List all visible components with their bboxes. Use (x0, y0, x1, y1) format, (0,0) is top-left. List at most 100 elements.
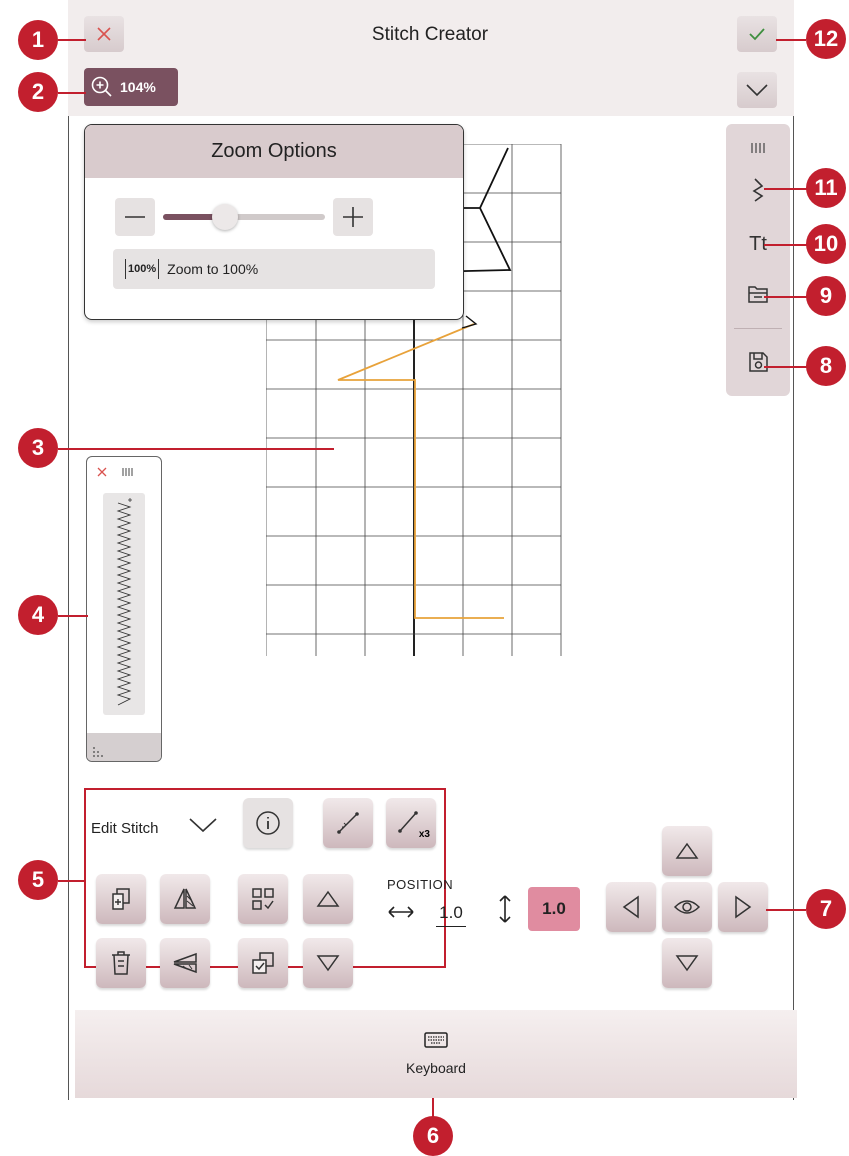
zoom-to-100-label: Zoom to 100% (167, 261, 259, 277)
keyboard-icon (424, 1032, 448, 1048)
dpad-down-button[interactable] (662, 938, 712, 988)
keyboard-button[interactable]: Keyboard (75, 1010, 797, 1098)
info-button[interactable] (243, 798, 293, 848)
callout-10: 10 (806, 224, 846, 264)
preview-stitch-strip (103, 493, 145, 715)
dpad-right-button[interactable] (718, 882, 768, 932)
info-icon (256, 811, 280, 835)
callout-line-9 (764, 296, 808, 298)
edit-mode-dropdown[interactable] (188, 816, 218, 838)
zoom-button[interactable]: 104% (84, 68, 178, 106)
plus-icon (343, 207, 363, 227)
select-all-icon (252, 888, 274, 910)
single-stitch-button[interactable] (323, 798, 373, 848)
keyboard-label: Keyboard (406, 1060, 466, 1076)
single-stitch-icon (337, 812, 359, 834)
mirror-vertical-icon (173, 952, 197, 974)
multiplier-label: x3 (418, 829, 430, 840)
triple-stitch-button[interactable]: x3 (386, 798, 436, 848)
preview-header-icons (97, 467, 133, 477)
right-sidebar: Tt (726, 124, 790, 396)
callout-5: 5 (18, 860, 58, 900)
callout-line-4 (58, 615, 88, 617)
edit-mode-label: Edit Stitch (91, 820, 159, 837)
cancel-button[interactable] (84, 16, 124, 52)
chevron-down-icon (746, 84, 768, 97)
callout-line-1 (58, 39, 86, 41)
folder-icon (748, 286, 768, 303)
callout-line-11 (764, 188, 808, 190)
zoom-to-100-button[interactable]: 100% Zoom to 100% (113, 249, 435, 289)
callout-3: 3 (18, 428, 58, 468)
zoom-slider-thumb[interactable] (212, 204, 238, 230)
callout-line-7 (766, 909, 806, 911)
expand-menu-button[interactable] (737, 72, 777, 108)
callout-12: 12 (806, 19, 846, 59)
dpad-center-view-button[interactable] (662, 882, 712, 932)
sidebar-item-stitch[interactable] (726, 166, 790, 214)
chevron-down-icon (189, 818, 217, 833)
callout-7: 7 (806, 889, 846, 929)
callout-line-3 (58, 448, 334, 450)
zoom-level: 104% (120, 79, 156, 95)
move-up-button[interactable] (303, 874, 353, 924)
zoom-in-button[interactable] (333, 198, 373, 236)
duplicate-icon (112, 888, 130, 910)
triangle-down-icon (316, 955, 340, 972)
triangle-down-icon (675, 955, 699, 972)
vertical-arrows-icon (499, 895, 511, 923)
confirm-button[interactable] (737, 16, 777, 52)
preview-resize-handle[interactable] (87, 733, 161, 761)
triangle-up-icon (675, 842, 699, 859)
horizontal-position-value[interactable]: 1.0 (436, 903, 466, 927)
triangle-up-icon (316, 890, 340, 907)
mirror-end-to-end-button[interactable] (160, 938, 210, 988)
callout-line-10 (764, 244, 808, 246)
sidebar-divider (734, 328, 782, 329)
zoom-options-title: Zoom Options (85, 125, 463, 178)
dpad-up-button[interactable] (662, 826, 712, 876)
select-multiple-icon (252, 952, 274, 974)
preview-close-icon (97, 467, 107, 477)
callout-11: 11 (806, 168, 846, 208)
stitch-creator-screen: Stitch Creator 104% Zoom Options 100% Zo… (0, 0, 849, 1156)
callout-line-2 (58, 92, 86, 94)
sidebar-drag-handle[interactable] (726, 124, 790, 172)
select-point-button[interactable] (238, 938, 288, 988)
zigzag-stitch-icon (752, 178, 764, 202)
delete-button[interactable] (96, 938, 146, 988)
duplicate-stitch-button[interactable] (96, 874, 146, 924)
callout-8: 8 (806, 346, 846, 386)
zoom-100-icon: 100% (125, 259, 160, 279)
dpad-left-button[interactable] (606, 882, 656, 932)
zoom-in-icon (91, 76, 112, 97)
minus-icon (125, 216, 145, 218)
callout-9: 9 (806, 276, 846, 316)
mirror-sideways-button[interactable] (160, 874, 210, 924)
close-icon (97, 27, 111, 41)
eye-icon (673, 900, 701, 914)
sidebar-item-open[interactable] (726, 270, 790, 318)
select-all-button[interactable] (238, 874, 288, 924)
stitch-point-marker (461, 315, 478, 329)
callout-1: 1 (18, 20, 58, 60)
mirror-horizontal-icon (173, 888, 197, 909)
trash-icon (112, 951, 130, 975)
stitch-preview-panel[interactable] (86, 456, 162, 762)
save-icon (749, 352, 768, 372)
callout-line-12 (776, 39, 806, 41)
move-down-button[interactable] (303, 938, 353, 988)
preview-zigzag (116, 498, 132, 706)
triangle-right-icon (735, 895, 752, 919)
resize-dots-icon (93, 747, 103, 757)
zoom-out-button[interactable] (115, 198, 155, 236)
callout-line-8 (764, 366, 808, 368)
triangle-left-icon (622, 895, 639, 919)
page-title: Stitch Creator (371, 24, 489, 45)
vertical-position-value[interactable]: 1.0 (528, 887, 580, 931)
zoom-slider-track[interactable] (163, 204, 325, 230)
sidebar-item-save[interactable] (726, 338, 790, 386)
horizontal-arrows-icon (388, 906, 414, 918)
callout-2: 2 (18, 72, 58, 112)
callout-line-5 (58, 880, 86, 882)
